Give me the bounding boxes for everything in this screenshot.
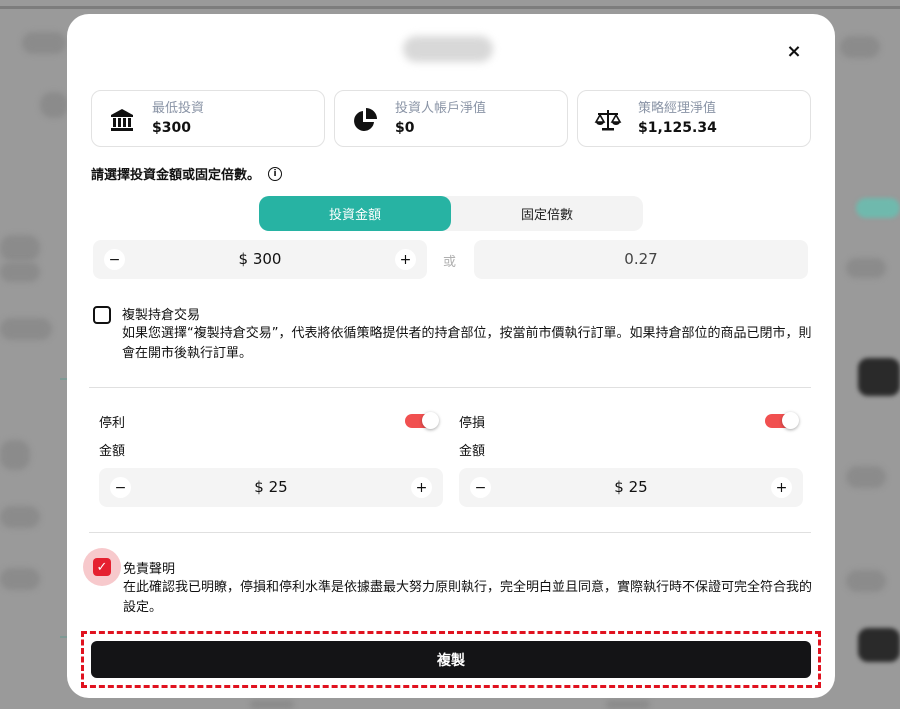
disclaimer-option: ✓ 免責聲明 在此確認我已明瞭，停損和停利水準是依據盡最大努力原則執行，完全明白… bbox=[83, 548, 813, 628]
take-profit-toggle[interactable] bbox=[405, 412, 439, 429]
disclaimer-checkbox-focus: ✓ bbox=[83, 548, 121, 586]
increase-stop-loss-button[interactable]: + bbox=[771, 477, 792, 498]
close-button[interactable]: × bbox=[781, 38, 807, 64]
stat-value: $0 bbox=[395, 120, 415, 136]
tab-investment-amount[interactable]: 投資金額 bbox=[259, 196, 451, 231]
increase-amount-button[interactable]: + bbox=[395, 249, 416, 270]
copy-positions-title: 複製持倉交易 bbox=[122, 308, 201, 323]
investment-prompt: 請選擇投資金額或固定倍數。 i bbox=[91, 164, 283, 183]
stat-label: 策略經理淨值 bbox=[638, 101, 717, 116]
info-icon[interactable]: i bbox=[268, 166, 283, 181]
disclaimer-checkbox[interactable]: ✓ bbox=[93, 558, 111, 576]
amount-stepper: − $ 300 + bbox=[93, 240, 427, 279]
amount-value[interactable]: $ 300 bbox=[93, 250, 427, 268]
stat-value: $300 bbox=[152, 120, 191, 136]
copy-button[interactable]: 複製 bbox=[91, 641, 811, 678]
stat-min-investment: 最低投資 $300 bbox=[91, 90, 325, 147]
stat-label: 投資人帳戶淨值 bbox=[395, 101, 487, 116]
copy-positions-checkbox[interactable] bbox=[93, 306, 111, 324]
increase-take-profit-button[interactable]: + bbox=[411, 477, 432, 498]
stop-loss-section: 停損 金額 − $ 25 + bbox=[451, 412, 803, 512]
copy-strategy-modal: × 最低投資 $300 投資人帳戶淨值 $0 策略經理淨值 $1,125.34 … bbox=[67, 14, 835, 698]
modal-title-blurred bbox=[403, 36, 493, 62]
disclaimer-title: 免責聲明 bbox=[123, 562, 176, 577]
take-profit-amount-label: 金額 bbox=[99, 444, 126, 459]
stat-manager-equity: 策略經理淨值 $1,125.34 bbox=[577, 90, 811, 147]
multiplier-input[interactable]: 0.27 bbox=[474, 240, 808, 279]
copy-positions-description: 如果您選擇“複製持倉交易”，代表將依循策略提供者的持倉部位，按當前市價執行訂單。… bbox=[122, 326, 812, 361]
stop-loss-amount-label: 金額 bbox=[459, 444, 486, 459]
bank-icon bbox=[111, 109, 133, 131]
take-profit-stepper: − $ 25 + bbox=[99, 468, 443, 507]
stop-loss-label: 停損 bbox=[459, 416, 486, 431]
stop-loss-toggle[interactable] bbox=[765, 412, 799, 429]
stats-row: 最低投資 $300 投資人帳戶淨值 $0 策略經理淨值 $1,125.34 bbox=[91, 90, 811, 147]
divider bbox=[89, 532, 811, 533]
tab-fixed-multiplier[interactable]: 固定倍數 bbox=[451, 196, 643, 231]
scale-icon bbox=[594, 110, 622, 131]
prompt-text: 請選擇投資金額或固定倍數。 bbox=[91, 168, 261, 183]
or-label: 或 bbox=[443, 255, 457, 270]
take-profit-section: 停利 金額 − $ 25 + bbox=[91, 412, 443, 512]
stop-loss-value[interactable]: $ 25 bbox=[459, 478, 803, 496]
stat-investor-equity: 投資人帳戶淨值 $0 bbox=[334, 90, 568, 147]
disclaimer-description: 在此確認我已明瞭，停損和停利水準是依據盡最大努力原則執行，完全明白並且同意，實際… bbox=[123, 580, 813, 615]
take-profit-label: 停利 bbox=[99, 416, 126, 431]
mode-segmented-control: 投資金額 固定倍數 bbox=[259, 196, 643, 231]
divider bbox=[89, 387, 811, 388]
take-profit-value[interactable]: $ 25 bbox=[99, 478, 443, 496]
pie-chart-icon bbox=[354, 108, 377, 131]
stat-label: 最低投資 bbox=[152, 101, 205, 116]
stop-loss-stepper: − $ 25 + bbox=[459, 468, 803, 507]
stat-value: $1,125.34 bbox=[638, 120, 717, 136]
